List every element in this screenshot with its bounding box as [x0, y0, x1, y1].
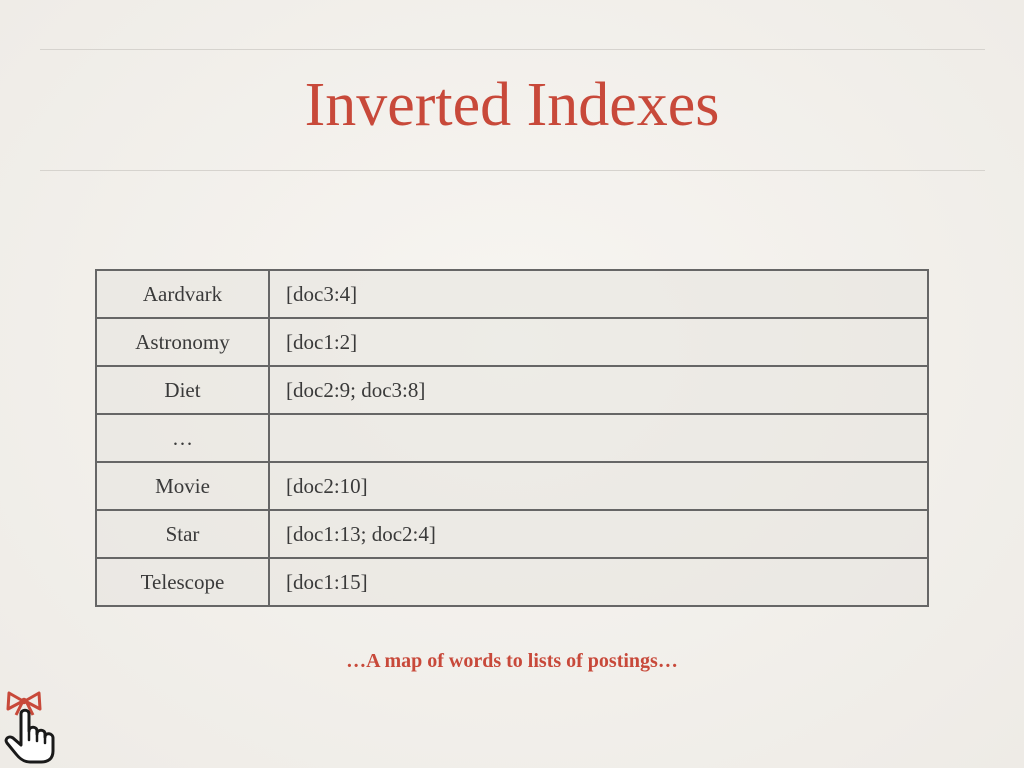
slide-caption: …A map of words to lists of postings…: [346, 650, 678, 672]
table-row: Movie [doc2:10]: [95, 461, 929, 511]
term-cell: …: [95, 413, 270, 463]
table-row: Astronomy [doc1:2]: [95, 317, 929, 367]
postings-cell: [268, 413, 929, 463]
term-cell: Astronomy: [95, 317, 270, 367]
term-cell: Diet: [95, 365, 270, 415]
table-row: Aardvark [doc3:4]: [95, 269, 929, 319]
postings-cell: [doc2:9; doc3:8]: [268, 365, 929, 415]
term-cell: Telescope: [95, 557, 270, 607]
postings-cell: [doc1:2]: [268, 317, 929, 367]
postings-cell: [doc3:4]: [268, 269, 929, 319]
table-row: Diet [doc2:9; doc3:8]: [95, 365, 929, 415]
term-cell: Movie: [95, 461, 270, 511]
slide-title: Inverted Indexes: [304, 71, 720, 139]
table-row: Star [doc1:13; doc2:4]: [95, 509, 929, 559]
postings-cell: [doc2:10]: [268, 461, 929, 511]
postings-cell: [doc1:13; doc2:4]: [268, 509, 929, 559]
inverted-index-table: Aardvark [doc3:4] Astronomy [doc1:2] Die…: [95, 269, 929, 607]
title-divider: [40, 170, 985, 171]
table-row: …: [95, 413, 929, 463]
table-row: Telescope [doc1:15]: [95, 557, 929, 607]
top-divider: [40, 49, 985, 50]
term-cell: Aardvark: [95, 269, 270, 319]
pointing-hand-with-ribbon-icon[interactable]: [2, 688, 62, 764]
postings-cell: [doc1:15]: [268, 557, 929, 607]
term-cell: Star: [95, 509, 270, 559]
